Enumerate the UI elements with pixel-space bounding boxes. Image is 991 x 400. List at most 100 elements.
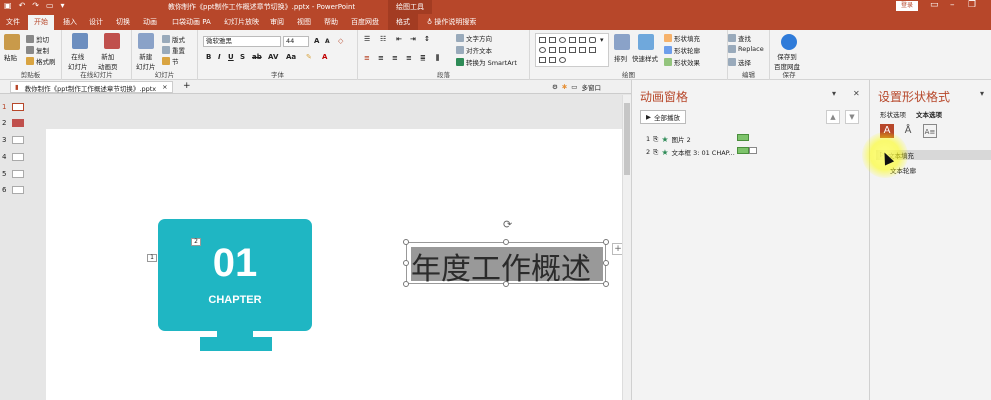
new-slide-button[interactable]: 新建 幻灯片	[136, 51, 156, 71]
tab-text-options[interactable]: 文本选项	[916, 109, 942, 119]
play-all-button[interactable]: ▶ 全部播放	[640, 110, 686, 124]
resize-handle[interactable]	[503, 281, 509, 287]
pane-options-icon[interactable]: ▾	[832, 89, 836, 98]
redo-icon[interactable]: ↷	[32, 1, 39, 10]
resize-handle[interactable]	[603, 281, 609, 287]
shape-effect-button[interactable]: 形状效果	[664, 57, 700, 67]
highlight-icon[interactable]: ✎	[306, 53, 312, 61]
shadow-icon[interactable]: S	[240, 53, 245, 61]
replace-button[interactable]: Replace	[728, 45, 764, 53]
change-case-icon[interactable]: Aa	[286, 53, 296, 61]
tab-insert[interactable]: 插入	[63, 17, 77, 27]
clear-format-icon[interactable]: ◇	[338, 37, 343, 45]
shape-fill-button[interactable]: 形状填充	[664, 33, 700, 43]
shape-star-icon[interactable]	[559, 57, 566, 63]
save-to-netdisk-button[interactable]: 保存到 百度网盘	[774, 51, 800, 71]
move-up-button[interactable]: ▲	[826, 110, 840, 124]
find-button[interactable]: 查找	[728, 33, 751, 43]
justify-icon[interactable]: ≡	[406, 54, 412, 62]
convert-smartart-button[interactable]: 转换为 SmartArt	[456, 57, 517, 67]
slide-thumb-6[interactable]: 6	[2, 186, 24, 194]
italic-icon[interactable]: I	[218, 53, 221, 61]
title-textbox[interactable]: 年度工作概述	[406, 242, 606, 287]
shape-brace-icon[interactable]	[549, 57, 556, 63]
shape-arrow-icon[interactable]	[589, 47, 596, 53]
shape-arrow-icon[interactable]	[569, 47, 576, 53]
customize-icon[interactable]: ▾	[61, 1, 65, 10]
shape-rect-icon[interactable]	[579, 37, 586, 43]
new-anim-page-button[interactable]: 新加 动画页	[98, 51, 118, 71]
multi-window-button[interactable]: ⚙ ✱ ▭ 多窗口	[552, 82, 601, 92]
close-icon[interactable]: ✕	[853, 89, 860, 98]
shrink-font-icon[interactable]: A	[325, 38, 330, 45]
shape-rounded-icon[interactable]	[589, 37, 596, 43]
tab-transitions[interactable]: 切换	[116, 17, 130, 27]
tell-me-search[interactable]: ♁ 操作说明搜索	[427, 17, 476, 27]
arrange-button[interactable]: 排列	[614, 53, 627, 63]
reset-button[interactable]: 重置	[162, 45, 185, 55]
animation-timing-bar-2b[interactable]	[749, 147, 757, 154]
document-tab[interactable]: ▮ 教你制作《ppt制作工作概述章节切换》.pptx ×	[10, 81, 173, 93]
login-button[interactable]: 登录	[896, 1, 918, 11]
shape-rect-icon[interactable]	[549, 47, 556, 53]
animation-item-1[interactable]: 1 ⎘ ★ 图片 2	[646, 134, 691, 145]
scrollbar-thumb[interactable]	[624, 103, 630, 175]
close-icon[interactable]: ×	[162, 83, 167, 91]
font-name-select[interactable]: 微软雅黑	[203, 36, 281, 47]
align-right-icon[interactable]: ≡	[392, 54, 398, 62]
gear-icon[interactable]: ✱	[562, 83, 567, 91]
distribute-icon[interactable]: ≣	[420, 54, 426, 62]
online-slide-button[interactable]: 在线 幻灯片	[68, 51, 88, 71]
bold-icon[interactable]: B	[206, 53, 211, 61]
select-button[interactable]: 选择	[728, 57, 751, 67]
quick-styles-button[interactable]: 快速样式	[632, 53, 658, 63]
slide-thumb-3[interactable]: 3	[2, 136, 24, 144]
font-size-select[interactable]: 44	[283, 36, 309, 47]
grow-font-icon[interactable]: A	[314, 37, 319, 45]
tab-animations[interactable]: 动画	[143, 17, 157, 27]
rotate-handle-icon[interactable]: ⟳	[503, 218, 512, 231]
tab-baidu-netdisk[interactable]: 百度网盘	[351, 17, 379, 27]
bullets-icon[interactable]: ☰	[364, 35, 370, 43]
resize-handle[interactable]	[403, 281, 409, 287]
tab-slideshow[interactable]: 幻灯片放映	[224, 17, 259, 27]
shape-rect-icon[interactable]	[569, 37, 576, 43]
strikethrough-icon[interactable]: ab	[252, 53, 262, 61]
line-spacing-icon[interactable]: ↕	[424, 35, 430, 43]
slide-title-text[interactable]: 年度工作概述	[411, 244, 591, 288]
shape-brace-icon[interactable]	[539, 57, 546, 63]
text-direction-button[interactable]: 文字方向	[456, 33, 492, 43]
shape-outline-button[interactable]: 形状轮廓	[664, 45, 700, 55]
resize-handle[interactable]	[403, 260, 409, 266]
move-down-button[interactable]: ▼	[845, 110, 859, 124]
paste-icon[interactable]	[4, 34, 20, 50]
tab-home[interactable]: 开始	[28, 15, 54, 30]
undo-icon[interactable]: ↶	[19, 1, 26, 10]
shape-oval-icon[interactable]	[559, 37, 566, 43]
indent-increase-icon[interactable]: ⇥	[410, 35, 416, 43]
align-text-button[interactable]: 对齐文本	[456, 45, 492, 55]
underline-icon[interactable]: U	[228, 53, 234, 61]
section-button[interactable]: 节	[162, 56, 179, 66]
tab-shape-options[interactable]: 形状选项	[880, 109, 906, 119]
chapter-monitor-shape[interactable]: 2 01 CHAPTER	[158, 219, 312, 331]
tab-design[interactable]: 设计	[89, 17, 103, 27]
vertical-scrollbar[interactable]	[622, 95, 631, 400]
gallery-more-icon[interactable]: ▾	[600, 36, 604, 44]
resize-handle[interactable]	[603, 239, 609, 245]
indent-decrease-icon[interactable]: ⇤	[396, 35, 402, 43]
pane-options-icon[interactable]: ▾	[980, 89, 984, 98]
tab-file[interactable]: 文件	[6, 17, 20, 27]
restore-icon[interactable]: ❐	[968, 0, 976, 10]
format-painter-button[interactable]: 格式刷	[26, 56, 56, 66]
slide-thumb-5[interactable]: 5	[2, 170, 24, 178]
slide-thumb-1[interactable]: 1	[2, 103, 24, 111]
tab-review[interactable]: 审阅	[270, 17, 284, 27]
align-center-icon[interactable]: ≡	[378, 54, 384, 62]
animation-item-2[interactable]: 2 ⎘ ★ 文本框 3: 01 CHAP...	[646, 147, 735, 158]
settings-icon[interactable]: ⚙	[552, 83, 558, 91]
cut-button[interactable]: 剪切	[26, 34, 49, 44]
new-tab-icon[interactable]: +	[183, 81, 191, 91]
tab-view[interactable]: 视图	[297, 17, 311, 27]
tab-format[interactable]: 格式	[388, 14, 418, 30]
